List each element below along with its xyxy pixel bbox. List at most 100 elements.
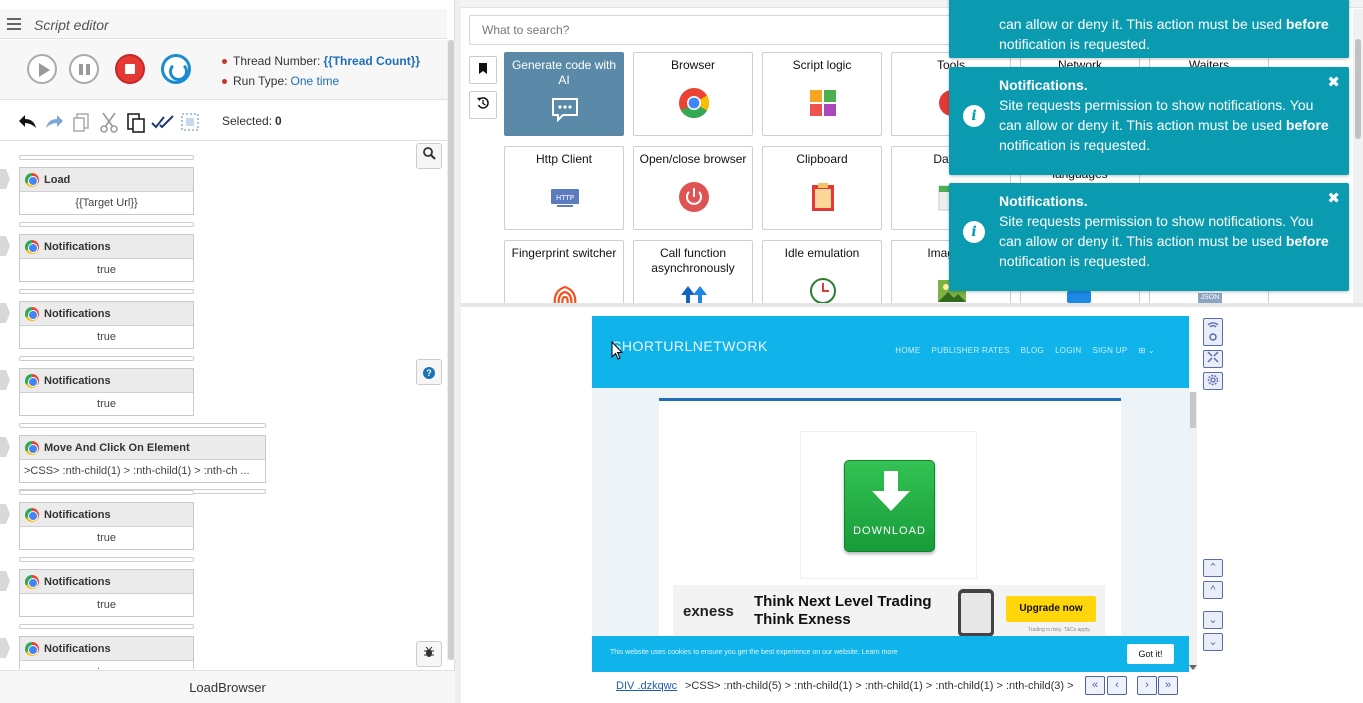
network-tool-icon[interactable] bbox=[1203, 318, 1223, 346]
chrome-icon bbox=[25, 240, 39, 254]
action-block[interactable]: Notificationstrue bbox=[19, 502, 194, 550]
close-icon[interactable]: ✖ bbox=[1327, 73, 1340, 93]
thread-number-value[interactable]: {{Thread Count}} bbox=[323, 54, 420, 68]
close-icon[interactable]: ✖ bbox=[1327, 189, 1340, 209]
site-nav-link[interactable]: LOGIN bbox=[1055, 346, 1081, 355]
cookie-banner: This website uses cookies to ensure you … bbox=[592, 636, 1189, 672]
hamburger-menu-icon[interactable] bbox=[7, 18, 21, 30]
palette-tile[interactable]: Idle emulation bbox=[762, 240, 882, 303]
palette-tile[interactable]: Call function asynchronously bbox=[633, 240, 753, 303]
notification-toast[interactable]: can allow or deny it. This action must b… bbox=[949, 0, 1349, 58]
scrollbar-thumb[interactable] bbox=[1190, 392, 1196, 428]
scroll-down-arrow-icon[interactable] bbox=[1189, 665, 1197, 670]
chrome-icon bbox=[25, 441, 39, 455]
chrome-icon bbox=[25, 508, 39, 522]
palette-tile[interactable]: Fingerprint switcher bbox=[504, 240, 624, 303]
drop-slot[interactable] bbox=[19, 155, 194, 160]
history-button[interactable] bbox=[469, 91, 497, 119]
bookmark-button[interactable] bbox=[469, 56, 497, 84]
editor-header: Script editor bbox=[0, 9, 447, 39]
notification-toast[interactable]: i ✖ Notifications. Site requests permission… bbox=[949, 67, 1349, 175]
action-block[interactable]: Load {{Target Url}} bbox=[19, 167, 194, 215]
site-scrollbar[interactable] bbox=[1189, 392, 1197, 670]
cut-icon[interactable] bbox=[98, 111, 120, 133]
redo-icon[interactable] bbox=[44, 111, 66, 133]
action-handle[interactable] bbox=[0, 169, 10, 189]
action-value: {{Target Url}} bbox=[75, 197, 138, 209]
palette-tile[interactable]: Browser bbox=[633, 52, 753, 136]
ad-cta-button[interactable]: Upgrade now bbox=[1006, 596, 1096, 622]
chrome-icon bbox=[25, 307, 39, 321]
info-icon: i bbox=[963, 105, 985, 127]
tile-label: Fingerprint switcher bbox=[511, 246, 617, 260]
scroll-up-icon[interactable]: ^ bbox=[1203, 581, 1223, 599]
action-handle[interactable] bbox=[0, 638, 10, 658]
search-actions-button[interactable] bbox=[416, 143, 442, 169]
palette-tile[interactable]: Script logic bbox=[762, 52, 882, 136]
site-nav-link[interactable]: SIGN UP bbox=[1092, 346, 1127, 355]
pause-icon[interactable] bbox=[69, 54, 99, 84]
drop-slot[interactable] bbox=[19, 490, 194, 495]
drop-slot[interactable] bbox=[19, 356, 194, 361]
fullscreen-icon[interactable] bbox=[1203, 350, 1223, 368]
scroll-down-icon[interactable]: ⌄ bbox=[1203, 611, 1223, 629]
palette-tile[interactable]: Http Client HTTP bbox=[504, 146, 624, 230]
action-handle[interactable] bbox=[0, 236, 10, 256]
settings-gear-icon[interactable] bbox=[1203, 372, 1223, 390]
scrollbar-thumb[interactable] bbox=[1355, 39, 1361, 139]
action-block[interactable]: Notificationstrue bbox=[19, 301, 194, 349]
palette-tile[interactable]: Generate code with AI bbox=[504, 52, 624, 136]
download-button[interactable]: DOWNLOAD bbox=[844, 460, 935, 552]
undo-icon[interactable] bbox=[16, 111, 38, 133]
palette-scrollbar[interactable] bbox=[1353, 9, 1363, 303]
action-handle[interactable] bbox=[0, 370, 10, 390]
site-nav-link[interactable]: HOME bbox=[895, 346, 920, 355]
play-icon[interactable] bbox=[27, 54, 57, 84]
scroll-top-icon[interactable]: ⌃ bbox=[1203, 559, 1223, 577]
download-arrow-icon bbox=[884, 471, 898, 493]
palette-tile[interactable]: Clipboard bbox=[762, 146, 882, 230]
run-type-value[interactable]: One time bbox=[290, 74, 339, 88]
action-handle[interactable] bbox=[0, 571, 10, 591]
debug-button[interactable] bbox=[416, 641, 442, 667]
element-path-link[interactable]: DIV .dzkqwc bbox=[616, 680, 677, 692]
paste-icon[interactable] bbox=[125, 111, 147, 133]
first-element-icon[interactable]: « bbox=[1085, 676, 1105, 695]
next-element-icon[interactable]: › bbox=[1137, 676, 1157, 695]
action-block[interactable]: Notificationstrue bbox=[19, 234, 194, 282]
prev-element-icon[interactable]: ‹ bbox=[1107, 676, 1127, 695]
help-button[interactable]: ? bbox=[416, 359, 442, 385]
action-block[interactable]: Notificationstrue bbox=[19, 636, 194, 669]
drop-slot[interactable] bbox=[19, 624, 194, 629]
restart-icon[interactable] bbox=[161, 54, 191, 84]
scroll-bottom-icon[interactable]: ⌄ bbox=[1203, 633, 1223, 651]
action-block[interactable]: Notificationstrue bbox=[19, 569, 194, 617]
tile-label: Http Client bbox=[535, 152, 593, 166]
site-nav-link[interactable]: PUBLISHER RATES bbox=[931, 346, 1009, 355]
action-handle[interactable] bbox=[0, 303, 10, 323]
stop-icon[interactable] bbox=[115, 54, 145, 84]
check-all-icon[interactable] bbox=[151, 111, 174, 133]
action-block[interactable]: Notificationstrue bbox=[19, 368, 194, 416]
select-area-icon[interactable] bbox=[179, 111, 201, 133]
palette-search-input[interactable]: What to search? bbox=[469, 15, 955, 45]
action-handle[interactable] bbox=[0, 504, 10, 524]
drop-slot[interactable] bbox=[19, 222, 194, 227]
editor-scrollbar[interactable] bbox=[447, 40, 455, 660]
phone-image bbox=[958, 589, 994, 637]
language-icon[interactable]: ⊞ ⌄ bbox=[1138, 346, 1155, 355]
scrollbar-thumb[interactable] bbox=[448, 40, 454, 660]
drop-slot[interactable] bbox=[19, 289, 194, 294]
notification-toast[interactable]: i ✖ Notifications. Site requests permission… bbox=[949, 183, 1349, 291]
action-value: true bbox=[20, 661, 193, 669]
action-block[interactable]: Move And Click On Element >CSS> :nth-chil… bbox=[19, 435, 266, 483]
cookie-accept-button[interactable]: Got it! bbox=[1127, 644, 1174, 664]
drop-slot[interactable] bbox=[19, 423, 266, 428]
copy-icon[interactable] bbox=[71, 111, 93, 133]
site-logo[interactable]: SHORTURLNETWORK bbox=[612, 338, 768, 354]
last-element-icon[interactable]: » bbox=[1158, 676, 1178, 695]
drop-slot[interactable] bbox=[19, 557, 194, 562]
site-nav-link[interactable]: BLOG bbox=[1021, 346, 1044, 355]
action-handle[interactable] bbox=[0, 437, 10, 457]
palette-tile[interactable]: Open/close browser bbox=[633, 146, 753, 230]
